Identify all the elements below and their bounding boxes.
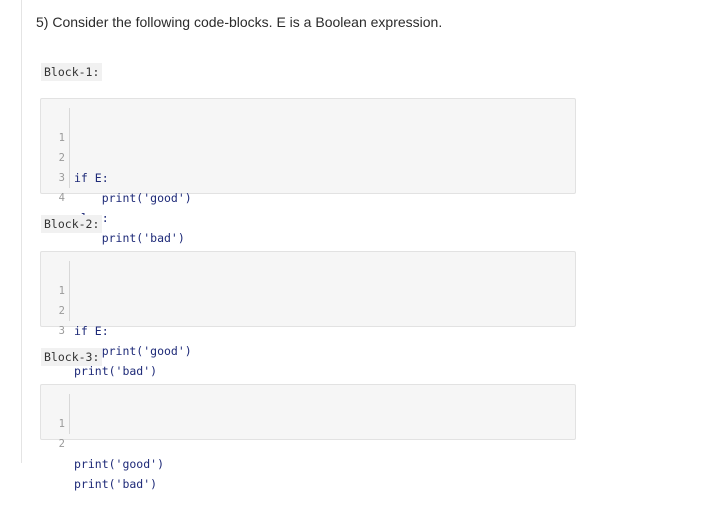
code-text: print('bad') — [74, 477, 158, 491]
code-line: 2 print('bad') — [41, 414, 575, 491]
line-number: 3 — [58, 325, 65, 337]
code-text: if E: — [74, 324, 109, 338]
code-line: 3 else: — [41, 148, 575, 225]
code-line: 1 print('good') — [41, 394, 575, 471]
code-line: 2 print('good') — [41, 281, 575, 358]
block-1-code: 1 if E: 2 print('good') 3 else: 4 print(… — [40, 98, 576, 245]
code-text: print('good') — [74, 457, 165, 471]
question-text: 5) Consider the following code-blocks. E… — [36, 14, 443, 30]
gutter-divider — [69, 128, 70, 148]
block-2-label: Block-2: — [41, 215, 103, 233]
code-line: 1 if E: — [41, 108, 575, 185]
block-3-code: 1 print('good') 2 print('bad') — [40, 384, 576, 491]
line-number: 4 — [58, 192, 65, 204]
code-text: print('good') — [74, 191, 192, 205]
code-line: 4 print('bad') — [41, 168, 575, 245]
gutter-divider — [69, 108, 70, 128]
gutter-divider — [69, 261, 70, 281]
block-1-label: Block-1: — [41, 63, 103, 81]
block-3-label: Block-3: — [41, 348, 103, 366]
code-line: 3 print('bad') — [41, 301, 575, 378]
gutter-divider — [69, 281, 70, 301]
line-number: 2 — [58, 438, 65, 450]
gutter-divider — [69, 414, 70, 434]
code-line: 1 if E: — [41, 261, 575, 338]
block-2-code: 1 if E: 2 print('good') 3 print('bad') — [40, 251, 576, 378]
gutter-divider — [69, 168, 70, 188]
gutter-divider — [69, 394, 70, 414]
gutter-divider — [69, 301, 70, 321]
code-line: 2 print('good') — [41, 128, 575, 205]
gutter-divider — [69, 148, 70, 168]
